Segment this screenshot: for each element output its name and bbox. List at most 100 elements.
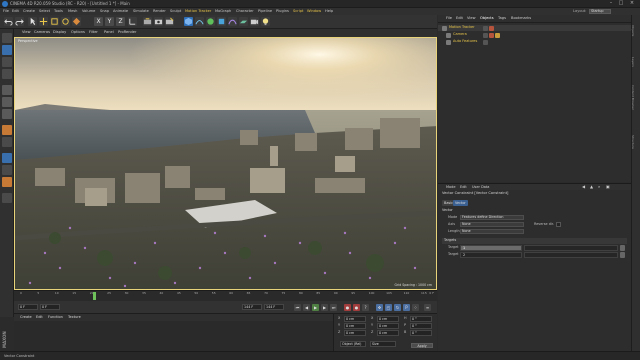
coord-mode-select[interactable]: Object (Rel)	[340, 341, 366, 347]
viewport-menu-panel[interactable]: Panel	[104, 30, 114, 35]
coord-position-x[interactable]: 0 cm	[344, 316, 366, 322]
axis-dropdown[interactable]: None	[460, 222, 524, 227]
texture-mode-icon[interactable]	[2, 57, 12, 67]
record-icon[interactable]: ●	[344, 304, 351, 311]
target-2-pick-icon[interactable]	[620, 252, 625, 258]
coord-size-z[interactable]: 0 cm	[377, 330, 399, 336]
current-frame-field[interactable]: 0 F	[40, 304, 60, 310]
menu-select[interactable]: Select	[39, 9, 50, 14]
keyframe-selection-icon[interactable]: ?	[362, 304, 369, 311]
object-row-camera[interactable]: Camera	[438, 32, 631, 38]
close-button[interactable]: ×	[628, 1, 636, 7]
key-position-icon[interactable]: ✥	[376, 304, 383, 311]
deformer-icon[interactable]	[228, 17, 237, 26]
apply-button[interactable]: Apply	[411, 343, 433, 348]
coord-rotation-p[interactable]: 0 °	[410, 323, 432, 329]
nav-back-icon[interactable]: ◀	[582, 185, 585, 189]
preview-end-field[interactable]: 144 F	[264, 304, 284, 310]
polygons-mode-icon[interactable]	[2, 109, 12, 119]
menu-script[interactable]: Script	[293, 9, 303, 14]
material-menu-function[interactable]: Function	[48, 315, 63, 320]
menu-volume[interactable]: Volume	[82, 9, 95, 14]
locked-workplane-icon[interactable]	[2, 177, 12, 187]
constraint-tag-icon[interactable]	[489, 32, 494, 38]
coord-position-y[interactable]: 0 cm	[344, 323, 366, 329]
planar-workplane-icon[interactable]	[2, 193, 12, 203]
object-row-motion-tracker[interactable]: Motion Tracker	[438, 25, 631, 31]
target-2-link[interactable]	[524, 252, 618, 258]
workplane-icon[interactable]	[2, 69, 12, 79]
menu-sculpt[interactable]: Sculpt	[170, 9, 181, 14]
move-icon[interactable]	[39, 17, 48, 26]
prev-key-icon[interactable]: ◀	[303, 304, 310, 311]
nav-up-icon[interactable]: ▲	[590, 185, 593, 189]
menu-window[interactable]: Window	[307, 9, 321, 14]
edges-mode-icon[interactable]	[2, 97, 12, 107]
target-1-pick-icon[interactable]	[620, 245, 625, 251]
recent-tools-icon[interactable]	[72, 17, 81, 26]
key-rotation-icon[interactable]: ↻	[394, 304, 401, 311]
tag-icon[interactable]	[489, 25, 494, 31]
points-mode-icon[interactable]	[2, 85, 12, 95]
menu-plugins[interactable]: Plugins	[276, 9, 289, 14]
minimize-button[interactable]: –	[607, 1, 615, 7]
camera-tag-icon[interactable]	[495, 32, 500, 38]
coord-position-z[interactable]: 0 cm	[344, 330, 366, 336]
play-icon[interactable]: ▶	[312, 304, 319, 311]
menu-create[interactable]: Create	[23, 9, 35, 14]
pen-spline-icon[interactable]	[195, 17, 204, 26]
viewport-menu-cameras[interactable]: Cameras	[34, 30, 50, 35]
tab-layers-vertical[interactable]: Layers	[631, 57, 635, 67]
end-frame-field[interactable]: 144 F	[242, 304, 262, 310]
viewport-menu-prorender[interactable]: ProRender	[118, 30, 137, 35]
scale-icon[interactable]	[50, 17, 59, 26]
point-level-animation-icon[interactable]: ⁘	[412, 304, 419, 311]
menu-character[interactable]: Character	[236, 9, 254, 14]
autokey-icon[interactable]: ●	[353, 304, 360, 311]
viewport-menu-filter[interactable]: Filter	[89, 30, 98, 35]
model-mode-icon[interactable]	[2, 45, 12, 55]
x-axis-lock-button[interactable]: X	[94, 17, 103, 26]
undo-icon[interactable]	[4, 17, 13, 26]
tab-vector[interactable]: Vector	[453, 200, 468, 206]
viewport-menu-options[interactable]: Options	[71, 30, 85, 35]
menu-motion-tracker[interactable]: Motion Tracker	[185, 9, 211, 14]
tab-objects-vertical[interactable]: Objects	[631, 25, 635, 36]
quantize-icon[interactable]	[2, 165, 12, 175]
attr-menu-user-data[interactable]: User Data	[472, 185, 489, 190]
floor-icon[interactable]	[239, 17, 248, 26]
menu-animate[interactable]: Animate	[113, 9, 128, 14]
menu-help[interactable]: Help	[325, 9, 333, 14]
coord-size-x[interactable]: 0 cm	[377, 316, 399, 322]
material-menu-texture[interactable]: Texture	[68, 315, 81, 320]
material-menu-edit[interactable]: Edit	[36, 315, 43, 320]
camera-icon[interactable]	[250, 17, 259, 26]
target-1-link[interactable]	[524, 245, 618, 251]
render-picture-viewer-icon[interactable]	[154, 17, 163, 26]
mode-dropdown[interactable]: Features define Direction	[460, 215, 524, 220]
menu-render[interactable]: Render	[153, 9, 166, 14]
coord-rotation-b[interactable]: 0 °	[410, 330, 432, 336]
menu-mograph[interactable]: MoGraph	[215, 9, 231, 14]
object-menu-file[interactable]: File	[446, 16, 452, 21]
go-to-end-icon[interactable]: ⏭	[330, 304, 337, 311]
tab-content-browser-vertical[interactable]: Content Browser	[631, 85, 635, 110]
object-manager-list[interactable]: Motion Tracker Camera Auto Features	[438, 22, 631, 182]
coord-size-select[interactable]: Size	[370, 341, 396, 347]
targets-section-header[interactable]: Targets	[442, 238, 627, 244]
menu-file[interactable]: File	[3, 9, 9, 14]
visibility-toggle-icon[interactable]	[483, 39, 488, 45]
coordinate-system-icon[interactable]	[128, 17, 137, 26]
rotate-icon[interactable]	[61, 17, 70, 26]
timeline-ruler[interactable]: 0 5 10 15 20 25 30 35 40 45 50 55 60 65 70 75 80 85 90 95 10…	[14, 290, 437, 301]
target-2-field[interactable]: 2	[460, 252, 522, 258]
coord-size-y[interactable]: 0 cm	[377, 323, 399, 329]
y-axis-lock-button[interactable]: Y	[105, 17, 114, 26]
target-1-field[interactable]: 1	[460, 245, 522, 251]
object-menu-bookmarks[interactable]: Bookmarks	[511, 16, 531, 21]
menu-simulate[interactable]: Simulate	[133, 9, 149, 14]
menu-mesh[interactable]: Mesh	[68, 9, 77, 14]
visibility-toggle-icon[interactable]	[483, 32, 488, 38]
attr-menu-edit[interactable]: Edit	[460, 185, 467, 190]
cube-icon[interactable]	[184, 17, 193, 26]
